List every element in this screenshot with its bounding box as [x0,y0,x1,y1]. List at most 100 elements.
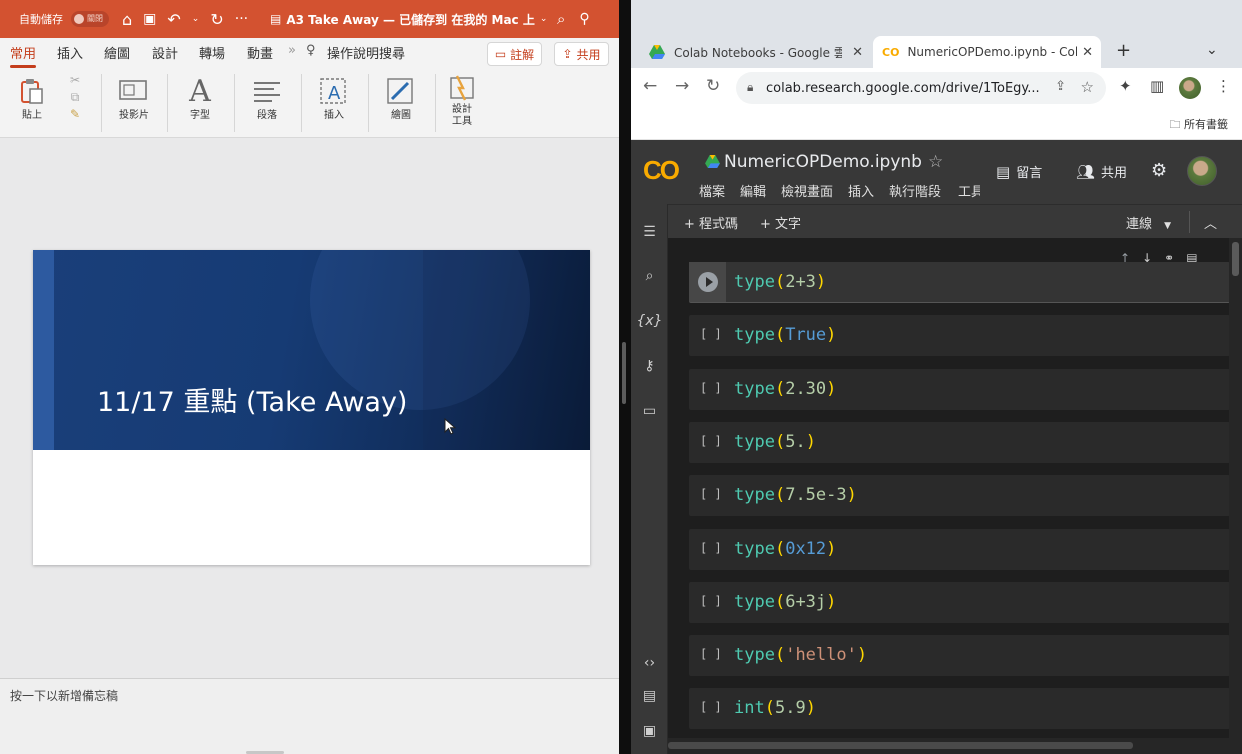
cell-code[interactable]: type(0x12) [734,539,836,559]
code-cell[interactable]: [ ] type('hello') [689,635,1230,677]
terminal-icon[interactable]: ▣ [631,723,668,739]
redo-icon[interactable]: ↻ [210,10,223,29]
table-of-contents-icon[interactable]: ☰ [631,224,668,240]
comments-button[interactable]: ▭ 註解 [487,42,542,66]
cell-code[interactable]: int(5.9) [734,698,816,718]
search-icon[interactable]: ⌕ [631,268,668,284]
secrets-key-icon[interactable]: ⚷ [631,358,668,374]
slides-button[interactable]: 投影片 [108,72,160,122]
code-cell[interactable]: [ ] type(0x12) [689,528,1230,570]
home-icon[interactable]: ⌂ [122,10,132,29]
tab-insert[interactable]: 插入 [57,43,83,62]
share-button[interactable]: 👥︎ 共用 [1076,162,1127,182]
horizontal-scrollbar[interactable] [668,738,1242,754]
run-cell-marker[interactable]: [ ] [700,327,722,341]
close-tab-icon[interactable]: ✕ [852,45,863,60]
code-cell[interactable]: type(2+3) [689,262,1230,303]
reload-icon[interactable]: ↻ [706,76,720,96]
connect-button[interactable]: 連線 ▼ [1126,213,1171,232]
profile-avatar[interactable] [1179,77,1201,99]
cell-code[interactable]: type(6+3j) [734,592,836,612]
slide-title[interactable]: 11/17 重點 (Take Away) [97,380,407,419]
bookmark-star-icon[interactable]: ☆ [1081,78,1094,96]
run-cell-marker[interactable]: [ ] [700,594,722,608]
colab-logo[interactable]: CO [643,155,680,186]
cell-code[interactable]: type('hello') [734,645,867,665]
menu-file[interactable]: 檔案 [699,181,725,200]
run-cell-marker[interactable]: [ ] [700,487,722,501]
code-cell[interactable]: [ ] type(6+3j) [689,581,1230,623]
vertical-scrollbar[interactable] [1229,238,1242,738]
copy-icon[interactable]: ⧉ [58,88,92,106]
all-bookmarks-button[interactable]: 🗀︎ 所有書籤 [1170,116,1229,135]
tab-search-icon[interactable]: ⌄ [1206,42,1218,58]
run-cell-marker[interactable]: [ ] [700,647,722,661]
tab-animations[interactable]: 動畫 [247,43,273,62]
notes-pane[interactable]: 按一下以新增備忘稿 [0,678,619,754]
run-cell-marker[interactable]: [ ] [700,434,722,448]
close-tab-icon[interactable]: ✕ [1082,45,1093,60]
cell-code[interactable]: type(True) [734,325,836,345]
code-cell[interactable]: [ ] type(True) [689,315,1230,357]
tab-draw[interactable]: 繪圖 [104,43,130,62]
share-people-icon[interactable]: ⚲ [579,11,589,27]
cell-code[interactable]: type(5.) [734,432,816,452]
more-icon[interactable]: ··· [235,11,248,27]
draw-button[interactable]: 繪圖 [375,72,427,122]
font-button[interactable]: A 字型 [174,72,226,122]
menu-view[interactable]: 檢視畫面 [781,181,833,200]
paste-button[interactable]: 貼上 [10,72,54,122]
autosave-toggle[interactable]: 關閉 [71,11,109,27]
chevron-down-icon[interactable]: ⌄ [192,14,200,24]
command-palette-icon[interactable]: ▤ [631,688,668,704]
address-bar[interactable]: 🔒︎ colab.research.google.com/drive/1ToEg… [736,72,1106,104]
insert-button[interactable]: A 插入 [308,72,360,122]
star-icon[interactable]: ☆ [928,152,943,172]
split-view-handle[interactable] [622,342,626,404]
cut-icon[interactable]: ✂ [58,72,92,88]
code-cell[interactable]: [ ] int(5.9) [689,688,1230,730]
menu-insert[interactable]: 插入 [848,181,874,200]
extensions-icon[interactable]: ✦ [1119,77,1132,95]
split-view-divider[interactable] [619,0,631,754]
browser-tab-active[interactable]: CO NumericOPDemo.ipynb - Cola ✕ [873,36,1101,68]
browser-tab[interactable]: Colab Notebooks - Google 雲 ✕ [641,36,871,68]
code-snippets-icon[interactable]: ‹› [631,655,668,671]
document-title[interactable]: A3 Take Away — 已儲存到 在我的 Mac 上 [286,11,535,28]
chevron-right-icon[interactable]: » [288,43,296,58]
run-cell-marker[interactable]: [ ] [700,541,722,555]
cell-code[interactable]: type(2.30) [734,379,836,399]
add-code-button[interactable]: + 程式碼 [684,213,738,232]
new-tab-icon[interactable]: + [1116,40,1131,61]
code-cell[interactable]: [ ] type(7.5e-3) [689,475,1230,517]
search-icon[interactable]: ⌕ [557,10,565,28]
user-avatar[interactable] [1187,156,1217,186]
cell-code[interactable]: type(7.5e-3) [734,485,857,505]
settings-gear-icon[interactable]: ⚙ [1151,160,1167,181]
save-icon[interactable]: ▣ [143,11,156,27]
side-panel-icon[interactable]: ▥ [1150,77,1164,95]
comment-button[interactable]: ▤ 留言 [996,162,1042,182]
run-cell-marker[interactable]: [ ] [700,700,722,714]
menu-tools[interactable]: 工具 [958,181,980,200]
menu-runtime[interactable]: 執行階段 [889,181,941,200]
variables-icon[interactable]: {x} [631,313,668,329]
run-cell-marker[interactable]: [ ] [700,381,722,395]
format-painter-icon[interactable]: ✎ [58,106,92,122]
notebook-name[interactable]: NumericOPDemo.ipynb [724,152,922,172]
chevron-down-icon[interactable]: ⌄ [540,14,548,24]
add-text-button[interactable]: + 文字 [760,213,801,232]
share-page-icon[interactable]: ⇪ [1055,79,1066,94]
menu-edit[interactable]: 編輯 [740,181,766,200]
run-cell-button[interactable] [689,262,726,302]
designer-button[interactable]: 設計 工具 [442,72,482,128]
chrome-menu-icon[interactable]: ⋮ [1216,77,1231,95]
cell-code[interactable]: type(2+3) [734,272,826,292]
tab-design[interactable]: 設計 [152,43,178,62]
scrollbar-thumb[interactable] [1232,242,1239,276]
tab-transitions[interactable]: 轉場 [199,43,225,62]
forward-icon[interactable]: → [675,76,689,96]
code-cell[interactable]: [ ] type(5.) [689,421,1230,463]
share-button[interactable]: ⇪ 共用 [554,42,609,66]
undo-icon[interactable]: ↶ [167,10,180,29]
